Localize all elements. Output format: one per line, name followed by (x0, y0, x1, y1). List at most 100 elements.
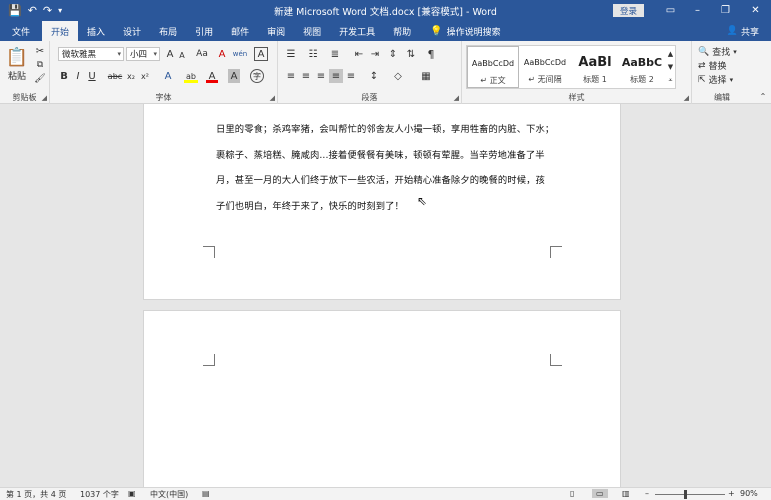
underline-button[interactable]: U (86, 69, 98, 83)
zoom-level[interactable]: 90% (740, 489, 758, 498)
find-button[interactable]: 🔍 查找 ▾ (698, 45, 744, 59)
cut-icon[interactable]: ✂ (34, 45, 46, 57)
align-right-icon[interactable]: ≡ (314, 69, 328, 83)
proofing-icon[interactable]: ▣ (128, 489, 136, 498)
page-count[interactable]: 第 1 页，共 4 页 (6, 489, 66, 500)
paste-button[interactable]: 粘贴 (4, 69, 30, 82)
ribbon-display-options-icon[interactable]: ▭ (657, 0, 684, 21)
font-color-button[interactable]: A (206, 69, 218, 83)
align-left-icon[interactable]: ≡ (284, 69, 298, 83)
bold-button[interactable]: B (58, 69, 70, 83)
style-no-spacing[interactable]: AaBbCcDd ↵ 无间隔 (519, 46, 571, 88)
format-painter-icon[interactable]: 🖌 (34, 73, 46, 85)
restore-button[interactable]: ❐ (712, 0, 739, 21)
font-name-select[interactable]: 微软雅黑 ▾ (58, 47, 124, 61)
clipboard-launcher-icon[interactable]: ◢ (42, 94, 47, 102)
phonetic-guide-button[interactable]: wén (232, 47, 248, 61)
select-label: 选择 (708, 76, 727, 86)
word-count[interactable]: 1037 个字 (80, 489, 119, 500)
character-border-button[interactable]: A (254, 47, 268, 61)
replace-button[interactable]: ⇄ 替换 (698, 59, 744, 73)
tab-design[interactable]: 设计 (114, 21, 150, 41)
tab-references[interactable]: 引用 (186, 21, 222, 41)
bullets-icon[interactable]: ☰ (284, 47, 298, 61)
strikethrough-button[interactable]: abc (107, 69, 123, 83)
document-area[interactable]: 日里的零食；杀鸡宰猪，会叫帮忙的邻舍友人小撮一顿，享用牲畜的内脏、下水； 裹粽子… (0, 104, 771, 487)
document-page[interactable] (143, 310, 621, 487)
change-case-button[interactable]: Aa (192, 47, 212, 61)
save-icon[interactable]: 💾 (8, 5, 22, 16)
paragraph-shading-icon[interactable]: ◇ (390, 69, 406, 83)
text-line: 子们也明白，年终于来了，快乐的时刻到了！ (216, 201, 404, 212)
decrease-indent-icon[interactable]: ⇤ (352, 47, 366, 61)
login-button[interactable]: 登录 (613, 4, 644, 17)
borders-icon[interactable]: ▦ (418, 69, 434, 83)
print-layout-icon[interactable]: ▭ (592, 489, 608, 498)
numbering-icon[interactable]: ☷ (306, 47, 320, 61)
margin-corner-mark (203, 246, 215, 258)
tab-view[interactable]: 视图 (294, 21, 330, 41)
grow-font-button[interactable]: A (164, 47, 176, 61)
paragraph-launcher-icon[interactable]: ◢ (454, 94, 459, 102)
redo-icon[interactable]: ↷ (43, 5, 52, 16)
styles-more-icon[interactable]: ⩡ (666, 74, 675, 86)
undo-icon[interactable]: ↶ (28, 5, 37, 16)
chinese-layout-icon[interactable]: ⇕ (386, 47, 400, 61)
italic-button[interactable]: I (72, 69, 84, 83)
line-spacing-icon[interactable]: ↕ (366, 69, 382, 83)
show-marks-icon[interactable]: ¶ (424, 47, 438, 61)
zoom-slider[interactable] (655, 494, 725, 495)
tab-mailings[interactable]: 邮件 (222, 21, 258, 41)
styles-launcher-icon[interactable]: ◢ (684, 94, 689, 102)
styles-scroll-down-icon[interactable]: ▼ (666, 61, 675, 73)
zoom-in-button[interactable]: + (728, 489, 735, 498)
tab-file[interactable]: 文件 (0, 21, 42, 41)
paste-icon[interactable]: 📋 (6, 45, 28, 69)
distributed-icon[interactable]: ≡ (344, 69, 358, 83)
sort-icon[interactable]: ⇅ (404, 47, 418, 61)
select-button[interactable]: ⇱ 选择 ▾ (698, 73, 744, 87)
styles-scroll-up-icon[interactable]: ▲ (666, 48, 675, 60)
text-line-content: 日里的零食；杀鸡宰猪，会叫帮忙的邻舍友人小撮一顿，享用牲畜的内脏、下水； (216, 124, 555, 135)
close-button[interactable]: ✕ (742, 0, 769, 21)
font-size-select[interactable]: 小四 ▾ (126, 47, 160, 61)
highlight-button[interactable]: ab (184, 69, 198, 83)
enclose-characters-button[interactable]: 字 (250, 69, 264, 83)
style-heading-1[interactable]: AaBl 标题 1 (571, 46, 619, 88)
zoom-slider-thumb[interactable] (684, 490, 687, 499)
share-button[interactable]: 👤 共享 (727, 21, 759, 41)
tab-home[interactable]: 开始 (42, 21, 79, 41)
language-indicator[interactable]: 中文(中国) (150, 489, 188, 500)
justify-icon[interactable]: ≡ (329, 69, 343, 83)
subscript-button[interactable]: x₂ (125, 69, 137, 83)
text-effects-button[interactable]: A (162, 69, 174, 83)
accessibility-icon[interactable]: ▤ (202, 489, 210, 498)
superscript-button[interactable]: x² (139, 69, 151, 83)
multilevel-list-icon[interactable]: ≣ (328, 47, 342, 61)
tab-review[interactable]: 审阅 (258, 21, 294, 41)
style-normal[interactable]: AaBbCcDd ↵ 正文 (467, 46, 519, 88)
zoom-out-button[interactable]: – (645, 489, 649, 498)
increase-indent-icon[interactable]: ⇥ (368, 47, 382, 61)
tab-developer[interactable]: 开发工具 (330, 21, 384, 41)
tab-help[interactable]: 帮助 (384, 21, 420, 41)
mouse-cursor-icon: ⇖ (417, 194, 428, 208)
clear-formatting-button[interactable]: A (216, 47, 228, 61)
read-mode-icon[interactable]: ▯ (570, 489, 574, 498)
status-bar: 第 1 页，共 4 页 1037 个字 ▣ 中文(中国) ▤ ▯ ▭ ▥ – +… (0, 487, 771, 500)
character-shading-button[interactable]: A (228, 69, 240, 83)
tell-me-search[interactable]: 💡 操作说明搜索 (420, 21, 500, 41)
align-center-icon[interactable]: ≡ (299, 69, 313, 83)
style-heading-2[interactable]: AaBbC 标题 2 (619, 46, 665, 88)
web-layout-icon[interactable]: ▥ (622, 489, 630, 498)
tab-layout[interactable]: 布局 (150, 21, 186, 41)
collapse-ribbon-icon[interactable]: ⌃ (758, 91, 768, 101)
document-page[interactable]: 日里的零食；杀鸡宰猪，会叫帮忙的邻舍友人小撮一顿，享用牲畜的内脏、下水； 裹粽子… (143, 104, 621, 300)
tab-insert[interactable]: 插入 (78, 21, 114, 41)
font-launcher-icon[interactable]: ◢ (270, 94, 275, 102)
minimize-button[interactable]: – (684, 0, 711, 21)
customize-qat-icon[interactable]: ▾ (58, 6, 62, 15)
shrink-font-button[interactable]: A (177, 49, 187, 61)
text-line: 日里的零食；杀鸡宰猪，会叫帮忙的邻舍友人小撮一顿，享用牲畜的内脏、下水； (216, 121, 554, 135)
copy-icon[interactable]: ⧉ (34, 59, 46, 71)
